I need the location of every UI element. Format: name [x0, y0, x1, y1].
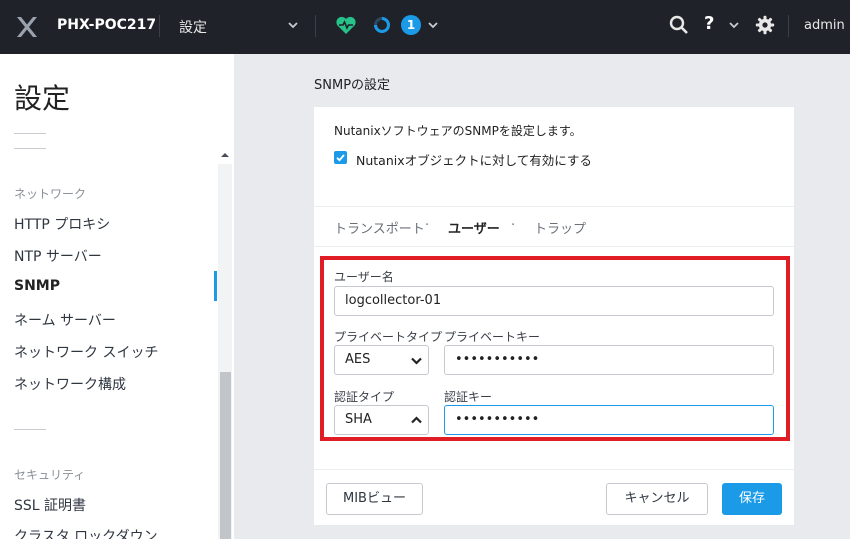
priv-type-value: AES [345, 352, 371, 367]
divider [788, 15, 789, 37]
auth-type-select[interactable]: SHA [334, 405, 429, 435]
username-input[interactable]: logcollector-01 [334, 286, 774, 316]
sidebar-item-snmp[interactable]: SNMP [14, 278, 60, 294]
auth-type-value: SHA [345, 412, 372, 427]
settings-sidebar: 設定 ネットワーク HTTP プロキシ NTP サーバー SNMP ネーム サー… [0, 54, 234, 539]
cluster-name[interactable]: PHX-POC217 [57, 17, 156, 33]
nutanix-logo-icon[interactable] [14, 14, 40, 40]
save-button[interactable]: 保存 [722, 483, 782, 515]
auth-key-label: 認証キー [444, 390, 493, 404]
priv-type-select[interactable]: AES [334, 345, 429, 375]
task-progress-icon[interactable] [373, 16, 391, 34]
sidebar-item-network-config[interactable]: ネットワーク構成 [14, 374, 126, 394]
top-bar: PHX-POC217 設定 1 ? admin [0, 0, 850, 54]
divider [314, 469, 794, 470]
chevron-down-icon [411, 357, 422, 365]
tab-users[interactable]: ユーザー [448, 218, 500, 237]
sidebar-item-network-switch[interactable]: ネットワーク スイッチ [14, 342, 158, 362]
tab-separator: · [511, 218, 516, 233]
help-icon[interactable]: ? [704, 13, 714, 34]
sidebar-item-cluster-lockdown[interactable]: クラスタ ロックダウン [14, 526, 158, 539]
health-heart-icon[interactable] [335, 14, 357, 36]
divider [314, 206, 794, 207]
chevron-up-icon [411, 416, 422, 424]
sidebar-item-http-proxy[interactable]: HTTP プロキシ [14, 214, 110, 234]
sidebar-section-network: ネットワーク [14, 187, 87, 201]
divider [159, 15, 160, 37]
priv-key-input[interactable]: ••••••••••• [444, 345, 774, 375]
main-menu-title[interactable]: 設定 [179, 17, 207, 37]
tab-traps[interactable]: トラップ [534, 218, 586, 237]
chevron-down-icon[interactable] [727, 18, 741, 32]
auth-type-label: 認証タイプ [334, 390, 395, 404]
sidebar-title: 設定 [14, 82, 71, 115]
task-count-badge[interactable]: 1 [401, 15, 421, 35]
enable-checkbox[interactable] [334, 151, 347, 164]
active-indicator [214, 271, 217, 301]
scroll-up-arrow-icon[interactable] [220, 150, 230, 160]
auth-key-input[interactable]: ••••••••••• [444, 405, 774, 435]
username-label: ユーザー名 [334, 270, 394, 284]
chevron-down-icon[interactable] [286, 18, 300, 32]
divider [14, 133, 46, 134]
chevron-down-icon[interactable] [426, 18, 440, 32]
page-title: SNMPの設定 [314, 78, 391, 93]
user-menu[interactable]: admin [804, 18, 845, 33]
divider [314, 246, 794, 247]
divider [14, 429, 46, 430]
sidebar-section-security: セキュリティ [14, 468, 86, 482]
tab-separator: · [425, 218, 430, 233]
scrollbar-thumb[interactable] [220, 372, 231, 539]
gear-icon[interactable] [755, 15, 775, 35]
priv-type-label: プライベートタイプ [334, 330, 443, 344]
tab-transport[interactable]: トランスポート [334, 218, 425, 237]
sidebar-item-ntp-servers[interactable]: NTP サーバー [14, 246, 102, 266]
sidebar-item-ssl-certificate[interactable]: SSL 証明書 [14, 495, 86, 515]
sidebar-item-name-servers[interactable]: ネーム サーバー [14, 310, 116, 330]
enable-checkbox-label[interactable]: Nutanixオブジェクトに対して有効にする [356, 150, 592, 169]
search-icon[interactable] [669, 15, 689, 35]
priv-key-label: プライベートキー [444, 330, 541, 344]
divider [315, 15, 316, 37]
mib-view-button[interactable]: MIBビュー [326, 483, 423, 515]
divider [14, 148, 46, 149]
panel-description: NutanixソフトウェアのSNMPを設定します。 [334, 124, 582, 138]
cancel-button[interactable]: キャンセル [606, 483, 708, 515]
